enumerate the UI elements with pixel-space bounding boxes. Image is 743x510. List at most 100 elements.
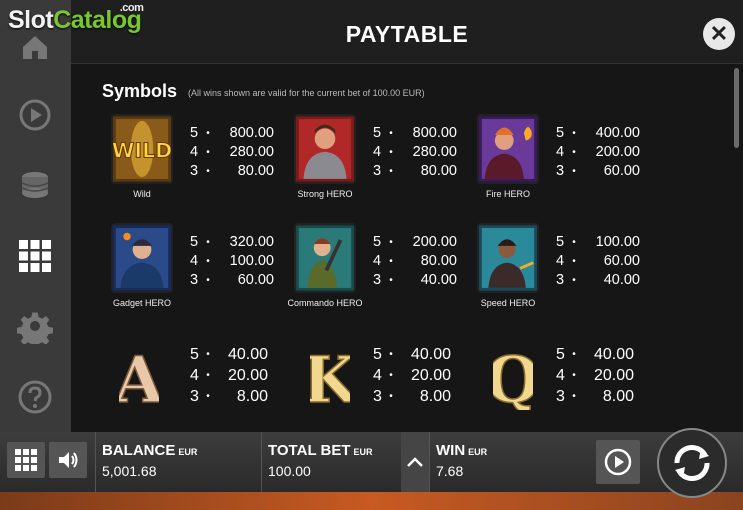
pay-row: 4 • 20.00 xyxy=(556,367,634,384)
pay-row: 5 • 800.00 xyxy=(373,125,457,141)
help-button[interactable] xyxy=(15,377,55,417)
pay-row: 3 • 80.00 xyxy=(373,163,457,179)
close-button[interactable]: ✕ xyxy=(703,18,735,50)
win-display: WIN EUR 7.68 xyxy=(429,432,589,492)
pay-row: 5 • 100.00 xyxy=(556,234,640,250)
spin-icon xyxy=(674,444,710,482)
win-label: WIN xyxy=(436,442,466,459)
gadget-hero-tile xyxy=(111,223,173,293)
svg-text:Q: Q xyxy=(493,343,533,410)
close-icon: ✕ xyxy=(709,21,729,46)
symbol-name: Gadget HERO xyxy=(112,298,172,308)
strong-hero-tile xyxy=(294,114,356,184)
balance-value: 5,001.68 xyxy=(102,463,157,479)
symbol-name: Wild xyxy=(133,189,151,199)
pay-row: 4 • 200.00 xyxy=(556,144,640,160)
paytable-speed-hero: 5 • 100.00 4 • 60.00 3 • 40.00 xyxy=(556,233,640,290)
wild-symbol-tile: WILD xyxy=(111,114,173,184)
pay-row: 3 • 80.00 xyxy=(190,163,274,179)
settings-gear-icon xyxy=(17,312,53,344)
pay-row: 4 • 100.00 xyxy=(190,253,274,269)
pay-row: 5 • 320.00 xyxy=(190,234,274,250)
symbol-commando-hero: Commando HERO xyxy=(287,223,363,308)
balance-currency: EUR xyxy=(178,447,198,457)
paytable-gadget-hero: 5 • 320.00 4 • 100.00 3 • 60.00 xyxy=(190,233,274,290)
sidebar xyxy=(0,0,71,432)
svg-text:K: K xyxy=(310,343,350,410)
symbol-q: Q xyxy=(484,340,541,419)
menu-grid-icon xyxy=(15,449,37,471)
sound-icon xyxy=(59,452,78,468)
symbol-gadget-hero: Gadget HERO xyxy=(111,223,173,308)
svg-text:A: A xyxy=(119,343,159,410)
bet-expand-button[interactable] xyxy=(401,432,429,492)
symbol-wild: WILD Wild xyxy=(111,114,173,199)
pay-row: 4 • 60.00 xyxy=(556,253,640,269)
paytable-q: 5 • 40.00 4 • 20.00 3 • 8.00 xyxy=(556,344,634,407)
autoplay-icon xyxy=(19,99,51,131)
paytable-k: 5 • 40.00 4 • 20.00 3 • 8.00 xyxy=(373,344,451,407)
pay-row: 4 • 280.00 xyxy=(373,144,457,160)
balance-display: BALANCE EUR 5,001.68 xyxy=(95,432,261,492)
symbol-strong-hero: Strong HERO xyxy=(294,114,356,199)
scrollbar[interactable] xyxy=(734,68,739,148)
symbol-name: Fire HERO xyxy=(485,189,530,199)
symbol-speed-hero: Speed HERO xyxy=(477,223,539,308)
paytable-button[interactable] xyxy=(15,236,55,276)
paytable-wild: 5 • 800.00 4 • 280.00 3 • 80.00 xyxy=(190,124,274,181)
pay-row: 3 • 60.00 xyxy=(556,163,640,179)
sound-button[interactable] xyxy=(49,442,87,478)
coins-icon xyxy=(21,172,49,198)
pay-row: 3 • 60.00 xyxy=(190,272,274,288)
svg-text:WILD: WILD xyxy=(113,138,171,162)
pay-row: 4 • 280.00 xyxy=(190,144,274,160)
win-value: 7.68 xyxy=(436,463,464,479)
symbol-a: A xyxy=(112,340,166,419)
speed-hero-tile xyxy=(477,223,539,293)
settings-button[interactable] xyxy=(15,306,55,346)
pay-row: 3 • 8.00 xyxy=(556,388,634,405)
win-currency: EUR xyxy=(468,447,488,457)
symbol-fire-hero: Fire HERO xyxy=(477,114,539,199)
fire-hero-tile xyxy=(477,114,539,184)
paytable-grid-icon xyxy=(19,240,51,272)
pay-row: 5 • 40.00 xyxy=(373,346,451,363)
slotcatalog-logo: SlotCatalog .com xyxy=(8,2,144,35)
total-bet-label: TOTAL BET xyxy=(268,442,351,459)
total-bet-display: TOTAL BET EUR 100.00 xyxy=(261,432,401,492)
section-title: Symbols xyxy=(102,81,178,101)
pay-row: 3 • 40.00 xyxy=(373,272,457,288)
logo-text-slot: Slot xyxy=(8,6,54,34)
section-note: (All wins shown are valid for the curren… xyxy=(188,88,425,98)
autoplay-side-button[interactable] xyxy=(15,95,55,135)
symbol-name: Strong HERO xyxy=(297,189,353,199)
pay-row: 3 • 8.00 xyxy=(190,388,268,405)
pay-row: 4 • 80.00 xyxy=(373,253,457,269)
chevron-up-icon xyxy=(407,457,423,467)
symbol-k: K xyxy=(301,340,361,419)
paytable-strong-hero: 5 • 800.00 4 • 280.00 3 • 80.00 xyxy=(373,124,457,181)
pay-row: 3 • 8.00 xyxy=(373,388,451,405)
pay-row: 5 • 40.00 xyxy=(556,346,634,363)
paytable-content: Symbols (All wins shown are valid for th… xyxy=(71,64,743,432)
spin-button[interactable] xyxy=(657,428,727,498)
symbol-name: Commando HERO xyxy=(287,298,363,308)
pay-row: 3 • 40.00 xyxy=(556,272,640,288)
paytable-header: PAYTABLE ✕ xyxy=(71,0,743,64)
bet-coins-button[interactable] xyxy=(15,165,55,205)
menu-button[interactable] xyxy=(7,442,45,478)
pay-row: 4 • 20.00 xyxy=(373,367,451,384)
symbol-name: Speed HERO xyxy=(480,298,536,308)
pay-row: 4 • 20.00 xyxy=(190,367,268,384)
bottom-bar: BALANCE EUR 5,001.68 TOTAL BET EUR 100.00 … xyxy=(0,428,743,498)
autoplay-icon xyxy=(604,448,632,476)
total-bet-value: 100.00 xyxy=(268,463,311,479)
game-screen: SlotCatalog .com PAYTABLE ✕ Symbols (All… xyxy=(0,0,743,510)
total-bet-currency: EUR xyxy=(353,447,373,457)
paytable-a: 5 • 40.00 4 • 20.00 3 • 8.00 xyxy=(190,344,268,407)
logo-suffix: .com xyxy=(119,2,144,14)
commando-hero-tile xyxy=(294,223,356,293)
balance-label: BALANCE xyxy=(102,442,176,459)
pay-row: 5 • 400.00 xyxy=(556,125,640,141)
autoplay-button[interactable] xyxy=(596,440,640,484)
